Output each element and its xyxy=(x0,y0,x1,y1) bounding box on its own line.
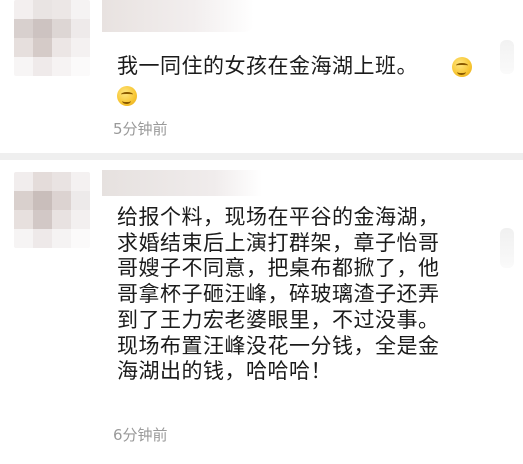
timestamp: 5分钟前 xyxy=(113,120,168,138)
timestamp: 6分钟前 xyxy=(113,426,168,444)
username-blurred[interactable] xyxy=(102,0,254,32)
avatar[interactable] xyxy=(14,172,90,248)
comment-card-1: 我一同住的女孩在金海湖上班。 5分钟前 xyxy=(0,0,523,153)
side-action-blurred[interactable] xyxy=(500,228,514,268)
divider xyxy=(0,153,523,160)
comment-text: 给报个料，现场在平谷的金海湖， 求婚结束后上演打群架，章子怡哥 哥嫂子不同意，把… xyxy=(117,205,440,384)
grimacing-emoji-icon xyxy=(452,57,472,77)
avatar[interactable] xyxy=(14,0,90,76)
comment-text: 我一同住的女孩在金海湖上班。 xyxy=(117,54,418,78)
side-action-blurred[interactable] xyxy=(500,40,514,74)
username-blurred[interactable] xyxy=(102,170,262,196)
grimacing-emoji-icon xyxy=(117,86,137,106)
